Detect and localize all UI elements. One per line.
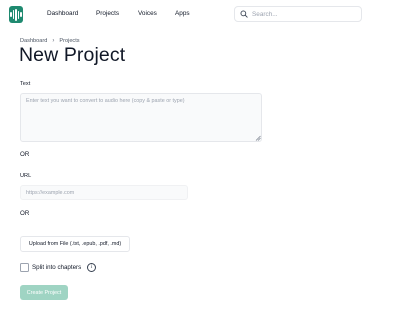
- nav-dashboard[interactable]: Dashboard: [47, 10, 78, 17]
- resize-handle-icon[interactable]: [255, 135, 261, 141]
- top-navigation: Dashboard Projects Voices Apps: [0, 0, 401, 30]
- upload-file-button[interactable]: Upload from File (.txt, .epub, .pdf, .md…: [20, 236, 130, 252]
- info-icon[interactable]: i: [87, 263, 96, 272]
- search-input[interactable]: [252, 10, 352, 18]
- search-box[interactable]: [234, 6, 362, 22]
- or-divider: OR: [20, 210, 30, 217]
- or-divider: OR: [20, 151, 30, 158]
- url-label: URL: [20, 173, 32, 179]
- search-icon: [240, 10, 248, 18]
- split-chapters-checkbox[interactable]: [20, 263, 29, 272]
- nav-projects[interactable]: Projects: [96, 10, 119, 17]
- nav-apps[interactable]: Apps: [175, 10, 190, 17]
- text-input[interactable]: [20, 93, 262, 142]
- create-project-button[interactable]: Create Project: [20, 285, 68, 300]
- nav-voices[interactable]: Voices: [138, 10, 157, 17]
- split-chapters-label[interactable]: Split into chapters: [32, 264, 81, 271]
- url-input[interactable]: [20, 185, 188, 200]
- text-label: Text: [20, 81, 31, 87]
- page-title: New Project: [19, 44, 126, 66]
- waveform-logo-icon[interactable]: [9, 6, 23, 23]
